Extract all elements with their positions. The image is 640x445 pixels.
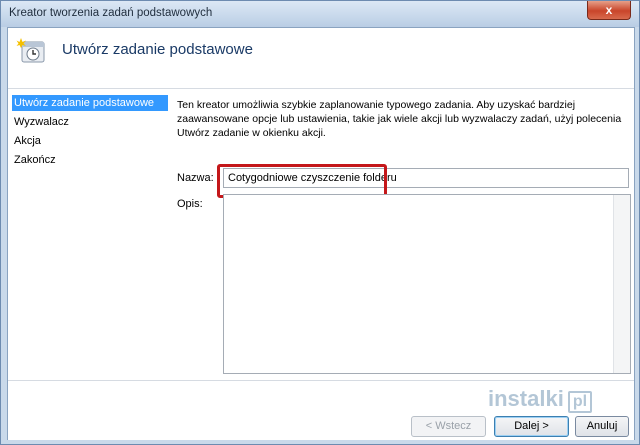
name-label: Nazwa: <box>177 172 214 184</box>
title-bar[interactable]: Kreator tworzenia zadań podstawowych x <box>1 1 639 27</box>
close-button[interactable]: x <box>587 1 631 20</box>
back-button[interactable]: < Wstecz <box>411 416 486 437</box>
wizard-client: Utwórz zadanie podstawowe Utwórz zadanie… <box>7 27 635 440</box>
description-scrollbar[interactable] <box>613 195 630 373</box>
step-create-basic-task[interactable]: Utwórz zadanie podstawowe <box>12 95 168 111</box>
description-label: Opis: <box>177 198 203 210</box>
window-title: Kreator tworzenia zadań podstawowych <box>9 7 213 19</box>
watermark-logo: instalki pl <box>488 386 598 416</box>
wizard-window: Kreator tworzenia zadań podstawowych x U… <box>0 0 640 445</box>
next-button[interactable]: Dalej > <box>494 416 569 437</box>
wizard-steps: Utwórz zadanie podstawowe Wyzwalacz Akcj… <box>8 89 168 379</box>
wizard-header: Utwórz zadanie podstawowe <box>8 28 634 89</box>
page-title: Utwórz zadanie podstawowe <box>62 41 253 58</box>
task-scheduler-icon <box>16 38 45 63</box>
watermark-text: instalki <box>488 386 564 411</box>
step-finish[interactable]: Zakończ <box>12 152 168 168</box>
description-text: Ten kreator umożliwia szybkie zaplanowan… <box>177 99 622 139</box>
step-action[interactable]: Akcja <box>12 133 168 149</box>
highlight-box <box>217 164 387 198</box>
wizard-content: Ten kreator umożliwia szybkie zaplanowan… <box>173 89 631 379</box>
description-field[interactable] <box>223 194 631 374</box>
watermark-box: pl <box>567 391 593 413</box>
step-trigger[interactable]: Wyzwalacz <box>12 114 168 130</box>
cancel-button[interactable]: Anuluj <box>575 416 629 437</box>
